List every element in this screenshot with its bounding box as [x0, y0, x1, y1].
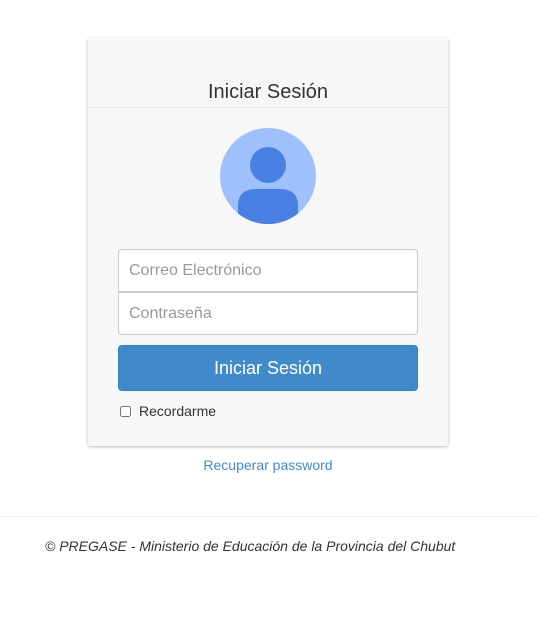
password-field[interactable] — [118, 292, 418, 335]
footer-text: © PREGASE - Ministerio de Educación de l… — [45, 538, 456, 554]
user-avatar-icon — [220, 128, 316, 224]
page-title: Iniciar Sesión — [207, 81, 329, 103]
recover-password-link[interactable]: Recuperar password — [0, 457, 536, 473]
email-field[interactable] — [118, 249, 418, 292]
login-card: Iniciar Sesión Iniciar Sesión Recordarme — [88, 38, 448, 446]
avatar-silhouette — [238, 147, 298, 224]
login-button[interactable]: Iniciar Sesión — [118, 345, 418, 391]
remember-label[interactable]: Recordarme — [139, 403, 216, 419]
remember-row: Recordarme — [118, 402, 216, 420]
card-header: Iniciar Sesión — [88, 38, 448, 108]
remember-checkbox[interactable] — [120, 405, 131, 417]
footer-divider — [0, 516, 539, 517]
